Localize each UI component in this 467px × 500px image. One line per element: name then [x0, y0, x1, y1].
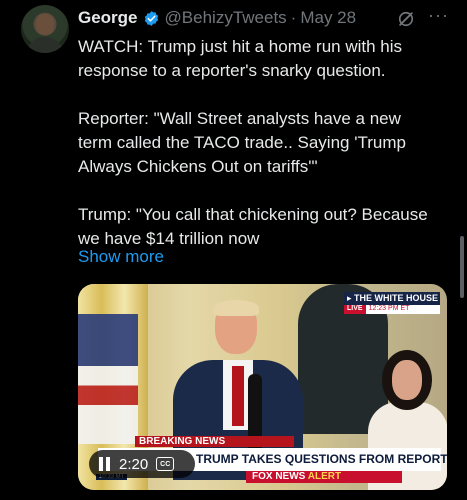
tweet-line: WATCH: Trump just hit a home run with hi… — [78, 37, 403, 56]
show-more-link[interactable]: Show more — [78, 247, 164, 267]
scrollbar[interactable] — [460, 236, 464, 298]
host-face — [392, 360, 422, 400]
tweet-line: Always Chickens Out on tariffs'" — [78, 157, 318, 176]
tweet-text: WATCH: Trump just hit a home run with hi… — [78, 35, 450, 251]
tweet-line: response to a reporter's snarky question… — [78, 61, 386, 80]
speaker-hair — [213, 300, 259, 316]
author-name[interactable]: George — [78, 8, 138, 28]
breaking-news-label: BREAKING NEWS — [135, 436, 294, 447]
tweet-line: Reporter: "Wall Street analysts have a n… — [78, 109, 401, 128]
fox-alert-label: ALERT — [307, 471, 342, 482]
speaker-tie — [232, 366, 244, 426]
verified-badge-icon — [144, 10, 158, 26]
video-controls: 2:20 CC — [89, 450, 195, 478]
tweet-line: term called the TACO trade.. Saying 'Tru… — [78, 133, 406, 152]
fox-news-label: FOX NEWS — [252, 471, 306, 482]
white-house-bug: ▸ THE WHITE HOUSE LIVE 12:23 PM ET — [344, 292, 440, 314]
elapsed-time: 2:20 — [119, 455, 149, 473]
pause-icon[interactable] — [99, 457, 111, 471]
author-handle[interactable]: @BehizyTweets — [165, 8, 287, 28]
video-player[interactable]: ▸ THE WHITE HOUSE LIVE 12:23 PM ET BREAK… — [78, 284, 447, 490]
more-icon[interactable]: ··· — [428, 5, 449, 26]
avatar-face — [36, 14, 54, 35]
tweet-date[interactable]: May 28 — [300, 8, 356, 28]
live-clock: 12:23 PM ET — [365, 305, 440, 314]
avatar-shirt — [25, 37, 65, 53]
tweet-line: Trump: "You call that chickening out? Be… — [78, 205, 428, 224]
fox-news-alert-bar: FOX NEWS ALERT — [246, 471, 402, 483]
live-label: LIVE — [344, 305, 366, 314]
live-row: LIVE 12:23 PM ET — [344, 305, 440, 314]
author-avatar[interactable] — [21, 5, 69, 53]
grok-icon[interactable] — [396, 9, 416, 29]
white-house-label: ▸ THE WHITE HOUSE — [344, 292, 440, 305]
tweet-gap — [78, 179, 450, 203]
tweet-gap — [78, 83, 450, 107]
closed-captions-icon[interactable]: CC — [156, 457, 175, 471]
video-flag — [78, 314, 138, 444]
tweet-header: George @BehizyTweets · May 28 — [78, 7, 356, 29]
header-separator: · — [290, 8, 297, 27]
